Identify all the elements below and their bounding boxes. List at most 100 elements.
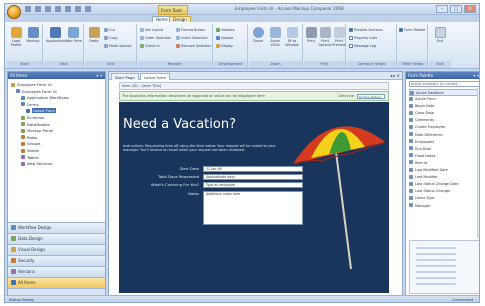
palette-item[interactable]: Comments [409, 117, 479, 124]
set-layout-button[interactable]: Set Layout [140, 27, 163, 33]
format-button[interactable]: Format Button [176, 27, 205, 33]
tree-item-label: Application Workflows [27, 95, 69, 101]
nav-button[interactable]: Data Design [8, 233, 105, 244]
app-menu-orb[interactable] [7, 5, 21, 19]
palette-item[interactable]: End Date [409, 146, 479, 153]
undo-icon[interactable] [35, 6, 41, 12]
copy-button[interactable]: Copy [104, 35, 118, 41]
save-icon[interactable] [25, 6, 31, 12]
tree-item[interactable]: Leave Form [26, 108, 57, 114]
tree-item[interactable]: Schemas [21, 115, 44, 121]
palette-item[interactable]: Last Status Change Date [409, 181, 479, 188]
nav-button[interactable]: Visual Design [8, 244, 105, 255]
palette-item[interactable]: Active Form [409, 96, 479, 103]
load-profile-button[interactable]: Load Profile [8, 27, 24, 55]
back-icon[interactable] [65, 6, 71, 12]
notes-field[interactable]: Additional notes here [203, 191, 303, 225]
maximize-button[interactable]: □ [450, 5, 462, 13]
palette-item-label: Employees [415, 139, 435, 144]
tree-item[interactable]: Application Workflows [21, 95, 69, 101]
palette-scrollbar[interactable] [477, 88, 479, 238]
cut-icon [104, 27, 108, 32]
forward-icon[interactable] [75, 6, 81, 12]
field-icon [409, 132, 413, 137]
tree-item[interactable]: Roles [21, 135, 37, 141]
print-preview-button[interactable]: Print Preview [332, 27, 346, 55]
web-form-button[interactable]: Web Form [65, 27, 82, 55]
nav-button[interactable]: Workflow Design [8, 222, 105, 233]
paste-special-button[interactable]: Paste Special [104, 43, 131, 49]
tab-start-page[interactable]: Start Page [111, 73, 139, 80]
check-in-button[interactable]: Check In [140, 43, 160, 49]
close-icon[interactable]: ▾ × [473, 72, 479, 79]
palette-item-label: Close Date [415, 111, 435, 116]
palette-item[interactable]: Active Deadline [409, 89, 479, 97]
tree-item[interactable]: Mockup Panel [21, 128, 53, 134]
tab-leave-form[interactable]: Leave Form [140, 73, 171, 80]
nav-button-label: Security [18, 258, 35, 263]
application-button[interactable]: Application [46, 27, 65, 55]
paste-button[interactable]: Paste [86, 27, 102, 55]
nav-button[interactable]: Versions [8, 266, 105, 277]
validate-button[interactable]: Validate [216, 27, 235, 33]
minimize-button[interactable]: – [436, 5, 448, 13]
form-palette-checkbox[interactable]: Form Palette [399, 27, 425, 33]
palette-item[interactable]: Create Employee [409, 124, 479, 131]
document-tab-controls[interactable]: ◂ ▸ × [390, 73, 400, 78]
palette-item[interactable]: Last Modified Date [409, 167, 479, 174]
palette-item-label: Begin Date [415, 104, 435, 109]
palette-item[interactable]: Date Difference [409, 132, 479, 139]
remove-selection-button[interactable]: Remove Selection [176, 43, 211, 49]
palette-item[interactable]: Last Modifier [409, 174, 479, 181]
lifecycle-status-field[interactable]: [Active status] [357, 94, 385, 99]
nav-button[interactable]: Security [8, 255, 105, 266]
print-button[interactable]: Print [304, 27, 318, 55]
field-icon [409, 195, 413, 200]
tree-item[interactable]: Forms [21, 102, 39, 108]
invert-selection-button[interactable]: Invert Selection [176, 35, 208, 41]
exit-button[interactable]: Exit [432, 27, 448, 55]
refresh-icon[interactable] [55, 6, 61, 12]
tree-item[interactable]: Employee Form UI [11, 82, 52, 88]
total-days-field[interactable]: Approximate days [203, 174, 303, 180]
update-button[interactable]: Update [216, 35, 233, 41]
checkbox-checked [399, 27, 403, 32]
palette-item[interactable]: Manager [409, 203, 479, 210]
tree-item[interactable]: Web Services [21, 161, 53, 167]
print-options-button[interactable]: Print Options [318, 27, 332, 55]
redo-icon[interactable] [45, 6, 51, 12]
cut-button[interactable]: Cut [104, 27, 115, 33]
palette-filter-input[interactable]: Active summary (in current... [409, 81, 479, 87]
start-date-field[interactable]: 31-Jan-06 [203, 166, 303, 172]
field-icon [409, 153, 413, 158]
zoom-button[interactable]: Zoom [250, 27, 266, 55]
ribbon-group-common-views: Preview Sections Property Lists Message … [347, 24, 397, 68]
fit-to-window-button[interactable]: Fit to Window [284, 27, 300, 55]
zoom-100-button[interactable]: Zoom 100% [267, 27, 283, 55]
palette-item[interactable]: Fixed Notes [409, 153, 479, 160]
deploy-button[interactable]: Deploy [216, 43, 233, 49]
tree-item[interactable]: Employee Form UI [16, 89, 57, 95]
palette-item[interactable]: Last Status Changer [409, 188, 479, 195]
palette-item[interactable]: Employees [409, 139, 479, 146]
ribbon-group-start: Load Profile Mockup Start [7, 24, 43, 68]
palette-item[interactable]: Close Date [409, 110, 479, 117]
tree-item[interactable]: Groups [21, 141, 41, 147]
mockup-button[interactable]: Mockup [25, 27, 41, 55]
message-log-checkbox[interactable]: Message Log [349, 43, 376, 49]
covering-field[interactable]: Type an employee [203, 182, 303, 188]
nav-button[interactable]: All Items [8, 277, 105, 288]
pin-icon[interactable]: ▾ × [96, 72, 103, 79]
order-selection-button[interactable]: Order Selection [140, 35, 171, 41]
nav-button-label: Data Design [18, 236, 43, 241]
palette-item[interactable]: Item Id [409, 160, 479, 167]
property-lists-checkbox[interactable]: Property Lists [349, 35, 377, 41]
tree-item[interactable]: Tables [21, 155, 39, 161]
palette-item[interactable]: Begin Date [409, 103, 479, 110]
close-button[interactable]: × [464, 5, 476, 13]
palette-item[interactable]: Leave Type [409, 195, 479, 202]
customize-toolbar-icon[interactable] [85, 6, 91, 12]
tree-item[interactable]: DataModels [21, 122, 49, 128]
tree-item[interactable]: States [21, 148, 39, 154]
preview-sections-checkbox[interactable]: Preview Sections [349, 27, 383, 33]
